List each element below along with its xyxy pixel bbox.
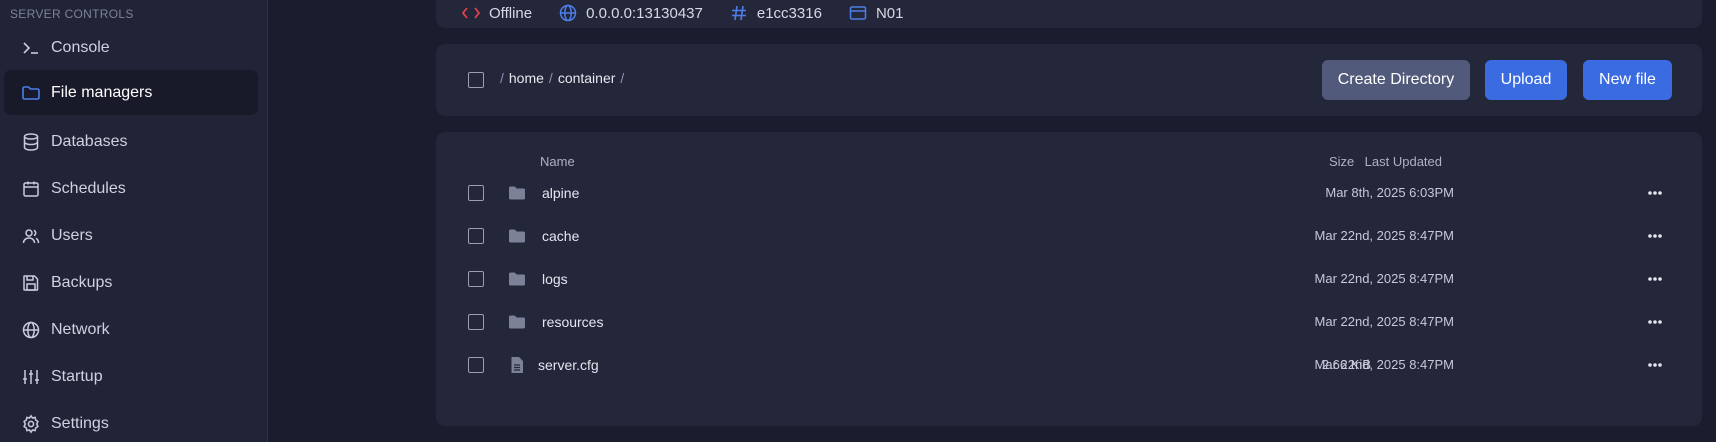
row-checkbox[interactable] [468,271,484,287]
sliders-icon [20,366,42,388]
floppy-disk-icon [20,272,42,294]
sidebar-item-console[interactable]: Console [4,25,258,70]
upload-button[interactable]: Upload [1485,60,1567,100]
calendar-icon [20,178,42,200]
sidebar-item-network[interactable]: Network [4,307,258,352]
file-row[interactable]: resources Mar 22nd, 2025 8:47PM [436,299,1702,346]
sidebar-item-users[interactable]: Users [4,213,258,258]
sidebar-item-label: Databases [51,132,128,150]
sidebar-item-file-managers[interactable]: File managers [4,70,258,115]
power-icon [461,7,481,19]
sidebar-heading: SERVER CONTROLS [10,7,134,21]
more-options-icon[interactable] [1643,224,1667,248]
file-last-updated: Mar 22nd, 2025 8:47PM [1314,314,1454,329]
server-icon [849,6,867,20]
file-text-icon [511,357,523,373]
breadcrumb: / home / container / [500,70,624,86]
file-row[interactable]: alpine Mar 8th, 2025 6:03PM [436,170,1702,217]
file-name[interactable]: resources [542,314,603,330]
file-name[interactable]: server.cfg [538,357,599,373]
file-name[interactable]: logs [542,271,568,287]
server-node-text: N01 [875,4,904,22]
folder-icon [509,229,525,243]
sidebar-item-label: Schedules [51,179,126,197]
row-checkbox[interactable] [468,228,484,244]
globe-icon [20,319,42,341]
server-id: e1cc3316 [729,3,822,23]
file-list: Name Size Last Updated alpine Mar 8th, 2… [436,132,1702,426]
folder-icon [509,315,525,329]
hash-icon [731,5,746,21]
more-options-icon[interactable] [1643,267,1667,291]
sidebar-item-schedules[interactable]: Schedules [4,166,258,211]
server-id-text: e1cc3316 [756,4,822,22]
folder-icon [20,82,42,104]
column-header-name: Name [540,154,575,169]
sidebar-item-settings[interactable]: Settings [4,401,258,442]
create-directory-button[interactable]: Create Directory [1322,60,1470,100]
more-options-icon[interactable] [1643,310,1667,334]
sidebar-item-startup[interactable]: Startup [4,354,258,399]
server-status-text: Offline [489,4,533,22]
sidebar-item-label: Backups [51,273,113,291]
row-checkbox[interactable] [468,185,484,201]
folder-icon [509,272,525,286]
file-last-updated: Mar 22nd, 2025 8:47PM [1314,271,1454,286]
breadcrumb-separator: / [548,70,553,86]
users-icon [20,225,42,247]
folder-icon [509,186,525,200]
server-address: 0.0.0.0:13130437 [558,3,703,23]
sidebar: SERVER CONTROLS Console File managers Da… [0,0,268,442]
terminal-icon [20,37,42,59]
file-last-updated: Mar 8th, 2025 6:03PM [1325,185,1454,200]
gear-icon [20,413,42,435]
more-options-icon[interactable] [1643,181,1667,205]
file-name[interactable]: alpine [542,185,579,201]
column-header-size: Size [1329,154,1355,169]
breadcrumb-item-container[interactable]: container [558,70,616,86]
globe-icon [559,4,577,22]
database-icon [20,131,42,153]
file-toolbar: / home / container / Create Directory Up… [436,44,1702,116]
breadcrumb-separator: / [620,70,625,86]
status-indicator: Offline [461,3,532,23]
server-status-bar: Offline 0.0.0.0:13130437 e1cc3316 N01 [436,0,1702,28]
file-row[interactable]: logs Mar 22nd, 2025 8:47PM [436,256,1702,303]
sidebar-item-label: Settings [51,414,109,432]
sidebar-item-label: File managers [51,83,153,101]
file-last-updated: Mar 22nd, 2025 8:47PM [1314,228,1454,243]
server-address-text: 0.0.0.0:13130437 [586,4,703,22]
breadcrumb-separator: / [500,70,504,86]
column-header-last-updated: Last Updated [1364,154,1442,169]
file-row[interactable]: cache Mar 22nd, 2025 8:47PM [436,213,1702,260]
file-row[interactable]: server.cfg 2.66 KiB Mar 22nd, 2025 8:47P… [436,342,1702,389]
sidebar-item-label: Startup [51,367,103,385]
sidebar-item-label: Users [51,226,93,244]
sidebar-item-label: Network [51,320,110,338]
file-last-updated: Mar 22nd, 2025 8:47PM [1314,357,1454,372]
sidebar-item-databases[interactable]: Databases [4,119,258,164]
server-node: N01 [848,3,904,23]
row-checkbox[interactable] [468,357,484,373]
more-options-icon[interactable] [1643,353,1667,377]
select-all-checkbox[interactable] [468,72,484,88]
sidebar-item-label: Console [51,38,110,56]
breadcrumb-item-home[interactable]: home [509,70,544,86]
row-checkbox[interactable] [468,314,484,330]
sidebar-item-backups[interactable]: Backups [4,260,258,305]
file-name[interactable]: cache [542,228,579,244]
new-file-button[interactable]: New file [1583,60,1672,100]
